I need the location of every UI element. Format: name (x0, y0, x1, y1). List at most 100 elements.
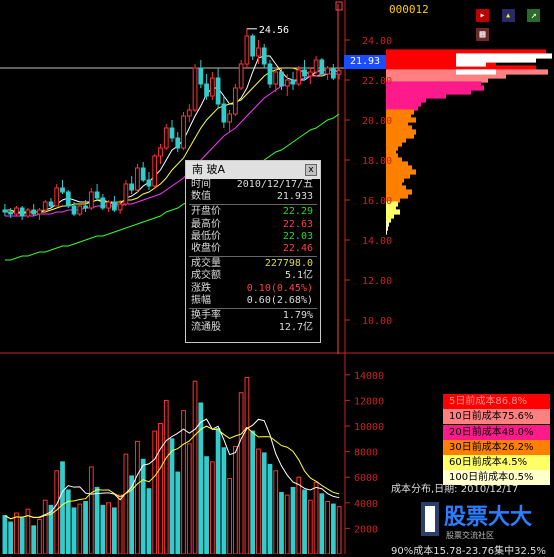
candle-body (175, 137, 181, 149)
distribution-peak (456, 69, 496, 75)
volume-tick: 6000 (354, 473, 378, 484)
volume-tick: 8000 (354, 448, 378, 459)
candle-body (319, 59, 325, 75)
candle-body (163, 127, 169, 149)
candle-body (2, 209, 8, 213)
stock-symbol: 000012 (389, 3, 429, 16)
data-row: 开盘价 22.29 (186, 206, 320, 218)
candle-body (273, 71, 279, 85)
cost-legend-item: 30日前成本26.2% (443, 439, 550, 455)
candle-body (181, 115, 186, 149)
candle-body (71, 205, 77, 215)
candle-body (221, 103, 227, 123)
data-row: 涨跌 0.10(0.45%) (186, 283, 320, 295)
data-row: 成交量 227798.0 (186, 258, 320, 270)
fill-icon[interactable]: ▴ (501, 9, 515, 22)
cost-info: 成本分布,日期: 2010/12/17 (391, 484, 518, 496)
data-row-value: 1.79% (282, 309, 313, 321)
price-tick: 10.00 (362, 316, 392, 327)
candle-body (140, 167, 146, 181)
price-tick: 20.00 (362, 116, 392, 127)
data-row-value: 21.933 (276, 191, 313, 203)
volume-bar (279, 492, 284, 554)
candle-body (307, 71, 313, 77)
candle-body (77, 205, 83, 215)
candle-body (60, 187, 65, 193)
volume-bar (290, 486, 296, 554)
volume-tick: 14000 (354, 371, 384, 382)
candle-body (325, 67, 330, 75)
volume-bar (267, 463, 273, 554)
data-row: 时间 2010/12/17/五 (186, 179, 320, 191)
candle-body (65, 191, 71, 207)
candle-body (8, 211, 14, 215)
volume-bar (198, 402, 204, 554)
data-row-label: 成交量 (191, 258, 221, 270)
watermark-logo: 股票大大 股票交流社区 (421, 502, 532, 540)
candle-body (42, 201, 48, 211)
stock-name: 南 玻A (192, 163, 226, 176)
data-row-label: 流通股 (191, 322, 221, 334)
candle-body (198, 67, 204, 85)
data-row-label: 成交额 (191, 270, 221, 282)
candle-body (215, 77, 221, 105)
candle-body (279, 71, 284, 87)
cost-legend-item: 60日前成本4.5% (443, 455, 550, 471)
cost-legend-item: 20日前成本48.0% (443, 424, 550, 440)
data-row-label: 最低价 (191, 230, 221, 242)
candle-body (94, 191, 100, 199)
candle-body (244, 35, 250, 65)
data-row-label: 时间 (191, 179, 211, 190)
peak-label: 24.56 (259, 25, 289, 36)
volume-bar (146, 488, 152, 554)
volume-bar (60, 461, 65, 554)
data-window[interactable]: 南 玻A x 时间 2010/12/17/五 数值 21.933 开盘价 22.29 最高价… (185, 160, 321, 343)
candle-body (83, 205, 88, 209)
current-price-tag: 21.93 (344, 55, 386, 69)
close-icon[interactable]: x (305, 164, 317, 176)
data-row-label: 振幅 (191, 294, 211, 306)
volume-bar (261, 452, 267, 554)
candle-body (233, 87, 238, 115)
candle-body (48, 201, 54, 207)
volume-tick: 10000 (354, 422, 384, 433)
data-row: 最高价 22.63 (186, 219, 320, 231)
volume-bar (111, 507, 117, 554)
chart-icon[interactable]: ↗ (527, 9, 541, 22)
candle-body (129, 183, 135, 191)
candle-body (192, 67, 198, 111)
candle-body (19, 207, 25, 217)
cost-legend: 5日前成本86.8% 10日前成本75.6% 20日前成本48.0% 30日前成本26… (443, 394, 550, 486)
price-tick: 14.00 (362, 236, 392, 247)
candle-body (31, 209, 37, 215)
cost-date: 成本分布,日期: 2010/12/17 (391, 484, 519, 495)
data-row: 收盘价 22.46 (186, 243, 320, 255)
volume-bar (302, 489, 307, 554)
data-row-value: 22.03 (282, 230, 313, 242)
data-row: 换手率 1.79% (186, 310, 320, 322)
row-separator (189, 307, 317, 309)
volume-bar (71, 507, 77, 554)
candle-body (256, 47, 261, 57)
cost-concentration: 90%成本15.78-23.76集中32.5% (391, 546, 546, 557)
data-row-value: 2010/12/17/五 (236, 179, 313, 190)
data-row-label: 换手率 (191, 309, 221, 321)
volume-bar (250, 430, 256, 554)
data-window-title[interactable]: 南 玻A x (186, 161, 320, 179)
data-row-value: 0.60(2.68%) (246, 294, 313, 306)
volume-tick: 4000 (354, 499, 378, 510)
volume-bar (204, 456, 209, 554)
candle-body (100, 197, 106, 209)
volume-bar (169, 438, 175, 554)
candle-body (330, 67, 336, 79)
flag-icon[interactable]: ▸ (476, 9, 489, 22)
distribution-peak (456, 53, 552, 59)
candle-body (250, 35, 256, 57)
candle-body (290, 79, 296, 85)
volume-bar (319, 493, 325, 554)
candle-body (152, 155, 158, 187)
volume-bar (330, 503, 336, 554)
volume-bar (175, 471, 181, 554)
grid-icon[interactable]: ▦ (476, 28, 489, 41)
candle-body (313, 59, 319, 73)
